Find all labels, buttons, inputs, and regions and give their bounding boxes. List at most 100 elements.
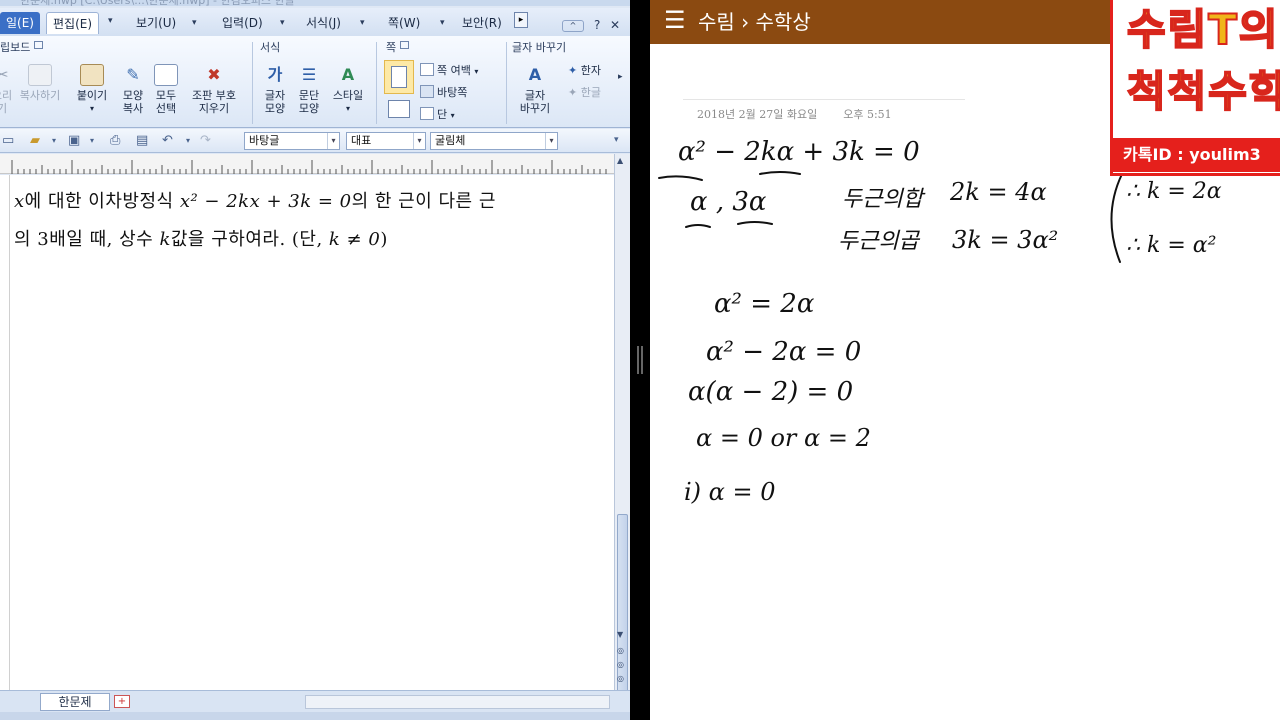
page-margin-icon <box>420 63 434 76</box>
cut-button[interactable]: ✂ 오리기 <box>0 64 14 115</box>
scissors-icon: ✂ <box>0 65 9 84</box>
vertical-scrollbar[interactable]: ▲ ▼ ◎ ◎ ◎ <box>614 154 630 720</box>
para-shape-button[interactable]: ☰ 문단 모양 <box>292 64 326 115</box>
menu-format[interactable]: 서식(J) <box>300 12 347 34</box>
chevron-down-icon[interactable]: ▾ <box>360 18 365 28</box>
preview-icon[interactable]: ▤ <box>136 133 148 148</box>
word-processor-window: 한문제.hwp [C:\Users\...\한문제.hwp] - 한컴오피스 한… <box>0 0 630 720</box>
char-shape-icon: 가 <box>267 65 283 84</box>
handwriting-prod-label: 두근의곱 <box>838 229 921 254</box>
char-shape-button[interactable]: 가 글자 모양 <box>258 64 292 115</box>
ribbon-more-button[interactable]: ▸ <box>514 12 528 28</box>
char-convert-button[interactable]: A 글자 바꾸기 <box>512 64 558 115</box>
handwriting-prod-eq: 3k = 3α² <box>952 226 1058 254</box>
ruler-ticks <box>11 160 607 174</box>
handwriting-roots: α , 3α <box>690 187 767 217</box>
ribbon: 립보드 ✂ 오리기 복사하기 붙이기 ▾ ✎ 모양 복사 모두 선택 ✖ 조판 … <box>0 36 630 128</box>
style-select[interactable]: 바탕글 ▾ <box>244 132 340 150</box>
chevron-down-icon: ▾ <box>413 133 425 149</box>
page-setup-button[interactable] <box>384 60 414 94</box>
menu-security[interactable]: 보안(R) <box>456 12 508 34</box>
document-page[interactable]: x에 대한 이차방정식 x² − 2kx + 3k = 0의 한 근이 다른 근… <box>0 175 614 690</box>
handwriting-step1: α² = 2α <box>714 289 815 319</box>
chevron-down-icon[interactable]: ▾ <box>186 136 190 145</box>
chevron-down-icon[interactable]: ▾ <box>90 136 94 145</box>
next-page-icon[interactable]: ◎ <box>617 674 624 683</box>
scroll-right-icon[interactable]: ▸ <box>618 72 623 82</box>
group-title-page: 쪽 <box>386 41 397 54</box>
chevron-down-icon[interactable]: ▾ <box>440 18 445 28</box>
select-browse-icon[interactable]: ◎ <box>617 660 624 669</box>
hanja-icon: ✦ <box>568 64 578 77</box>
menu-page[interactable]: 쪽(W) <box>382 12 426 34</box>
handwriting-step4: α = 0 or α = 2 <box>696 424 871 452</box>
style-icon: A <box>341 65 355 84</box>
prev-page-icon[interactable]: ◎ <box>617 646 624 655</box>
hanja-button[interactable]: ✦ 한자 <box>568 62 601 78</box>
eraser-icon: ✖ <box>207 65 221 84</box>
close-icon[interactable]: ✕ <box>610 18 620 32</box>
copy-button[interactable]: 복사하기 <box>14 64 66 102</box>
dialog-launcher-icon[interactable] <box>400 41 409 49</box>
chevron-down-icon[interactable]: ▾ <box>52 136 56 145</box>
chevron-down-icon[interactable]: ▾ <box>192 18 197 28</box>
undo-icon[interactable]: ↶ <box>162 133 173 148</box>
open-folder-icon[interactable]: ▰ <box>30 133 40 148</box>
group-divider <box>252 42 253 124</box>
add-tab-button[interactable]: + <box>114 695 130 708</box>
style-button[interactable]: A 스타일 ▾ <box>326 64 370 115</box>
select-all-button[interactable]: 모두 선택 <box>150 64 182 115</box>
divider-grip-icon[interactable] <box>637 346 643 374</box>
chevron-down-icon: ▾ <box>545 133 557 149</box>
bracket-stroke <box>1110 173 1123 263</box>
document-line-2: 의 3배일 때, 상수 k값을 구하여라. (단, k ≠ 0) <box>14 229 388 250</box>
document-tab[interactable]: 한문제 <box>40 693 110 711</box>
underline-stroke <box>685 224 711 228</box>
font-select[interactable]: 굴림체 ▾ <box>430 132 558 150</box>
handwriting-step3: α(α − 2) = 0 <box>688 377 853 407</box>
chevron-down-icon: ▾ <box>327 133 339 149</box>
clear-markers-button[interactable]: ✖ 조판 부호 지우기 <box>184 64 244 115</box>
handwriting-sum-label: 두근의합 <box>842 187 926 212</box>
menu-insert[interactable]: 입력(D) <box>216 12 269 34</box>
menu-file[interactable]: 일(E) <box>0 12 40 34</box>
page-margin-button[interactable]: 쪽 여백 ▾ <box>420 62 478 78</box>
title-bar: 한문제.hwp [C:\Users\...\한문제.hwp] - 한컴오피스 한… <box>0 0 630 7</box>
handwriting-side2: ∴ k = α² <box>1126 233 1216 258</box>
columns-icon <box>420 107 434 120</box>
collapse-ribbon-button[interactable]: ^ <box>562 20 584 32</box>
new-document-icon[interactable]: ▭ <box>2 133 14 148</box>
page-icon <box>391 66 407 88</box>
save-icon[interactable]: ▣ <box>68 133 80 148</box>
dialog-launcher-icon[interactable] <box>34 41 43 49</box>
menu-view[interactable]: 보기(U) <box>130 12 182 34</box>
split-divider[interactable] <box>630 0 650 720</box>
clipboard-icon <box>80 64 104 86</box>
scroll-up-icon[interactable]: ▲ <box>617 156 623 165</box>
hangul-button[interactable]: ✦ 한글 <box>568 84 601 100</box>
chevron-down-icon[interactable]: ▾ <box>108 16 113 26</box>
logo-line-2: 척척수학 <box>1126 66 1280 117</box>
menu-edit[interactable]: 편집(E) <box>46 12 100 34</box>
language-select[interactable]: 대표 ▾ <box>346 132 426 150</box>
print-icon[interactable]: ⎙ <box>110 133 120 148</box>
channel-logo: 수림T의 척척수학 카톡ID : youlim3 <box>1110 0 1280 176</box>
shape-copy-button[interactable]: ✎ 모양 복사 <box>116 64 150 115</box>
underline-stroke <box>759 171 801 175</box>
help-icon[interactable]: ? <box>594 18 600 32</box>
toolbar-more-icon[interactable]: ▾ <box>614 135 619 145</box>
chevron-down-icon: ▾ <box>474 67 479 76</box>
scroll-down-icon[interactable]: ▼ <box>617 630 623 639</box>
chevron-down-icon: ▾ <box>89 104 94 113</box>
hangul-icon: ✦ <box>568 86 578 99</box>
horizontal-scrollbar[interactable] <box>305 695 610 709</box>
chevron-down-icon: ▾ <box>345 104 350 113</box>
columns-button[interactable]: 단 ▾ <box>420 106 455 122</box>
chevron-down-icon[interactable]: ▾ <box>280 18 285 28</box>
background-page-button[interactable]: 바탕쪽 <box>420 84 467 100</box>
ruler[interactable] <box>0 154 616 174</box>
copy-icon <box>28 64 52 86</box>
paste-button[interactable]: 붙이기 ▾ <box>72 64 112 115</box>
page-break-button[interactable] <box>388 100 410 118</box>
redo-icon[interactable]: ↷ <box>200 133 211 148</box>
